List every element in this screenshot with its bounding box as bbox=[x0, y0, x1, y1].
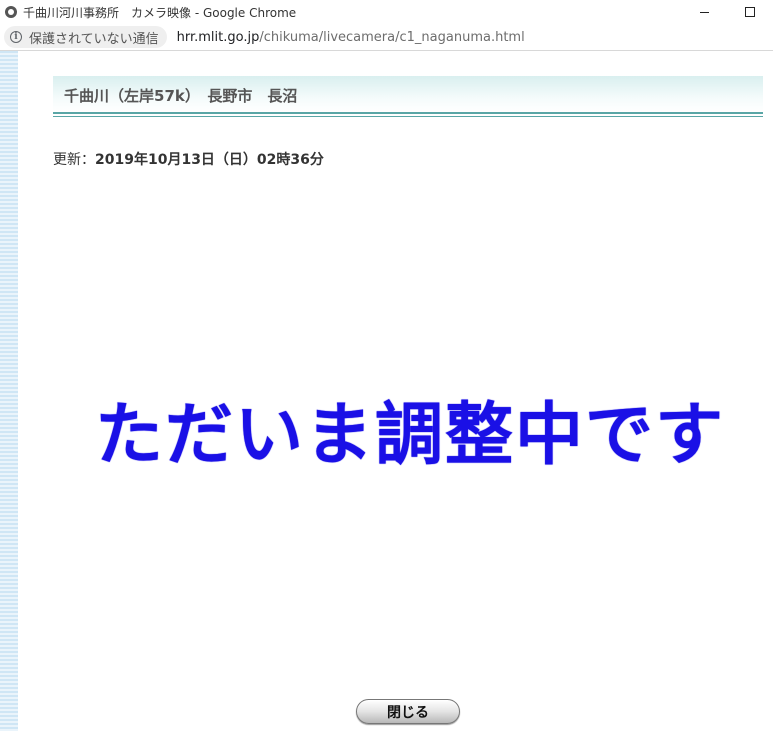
window-title: 千曲川河川事務所 カメラ映像 - Google Chrome bbox=[23, 5, 297, 20]
close-button[interactable]: 閉じる bbox=[356, 699, 460, 724]
chrome-icon bbox=[5, 6, 17, 18]
window-titlebar: 千曲川河川事務所 カメラ映像 - Google Chrome bbox=[0, 0, 773, 24]
security-label: 保護されていない通信 bbox=[29, 31, 159, 47]
update-timestamp: 更新：2019年10月13日（日）02時36分 bbox=[53, 149, 324, 169]
page-header: 千曲川（左岸57k） 長野市 長沼 bbox=[53, 76, 763, 117]
security-indicator[interactable]: i 保護されていない通信 bbox=[4, 26, 167, 48]
maximize-icon bbox=[745, 7, 755, 17]
address-bar: i 保護されていない通信 hrr.mlit.go.jp/chikuma/live… bbox=[0, 24, 773, 51]
page-viewport: 千曲川（左岸57k） 長野市 長沼 更新：2019年10月13日（日）02時36… bbox=[0, 51, 773, 731]
left-decorative-stripe bbox=[0, 51, 18, 731]
minimize-button[interactable] bbox=[681, 0, 727, 24]
minimize-icon bbox=[699, 11, 709, 13]
maximize-button[interactable] bbox=[727, 0, 773, 24]
update-value: 2019年10月13日（日）02時36分 bbox=[95, 152, 324, 168]
url-host: hrr.mlit.go.jp bbox=[176, 29, 260, 45]
url-field[interactable]: hrr.mlit.go.jp/chikuma/livecamera/c1_nag… bbox=[177, 30, 525, 45]
update-label: 更新： bbox=[53, 152, 95, 168]
page-title: 千曲川（左岸57k） 長野市 長沼 bbox=[64, 87, 298, 105]
info-icon: i bbox=[10, 31, 22, 43]
url-path: /chikuma/livecamera/c1_naganuma.html bbox=[259, 29, 525, 45]
maintenance-message: ただいま調整中です bbox=[95, 396, 726, 475]
